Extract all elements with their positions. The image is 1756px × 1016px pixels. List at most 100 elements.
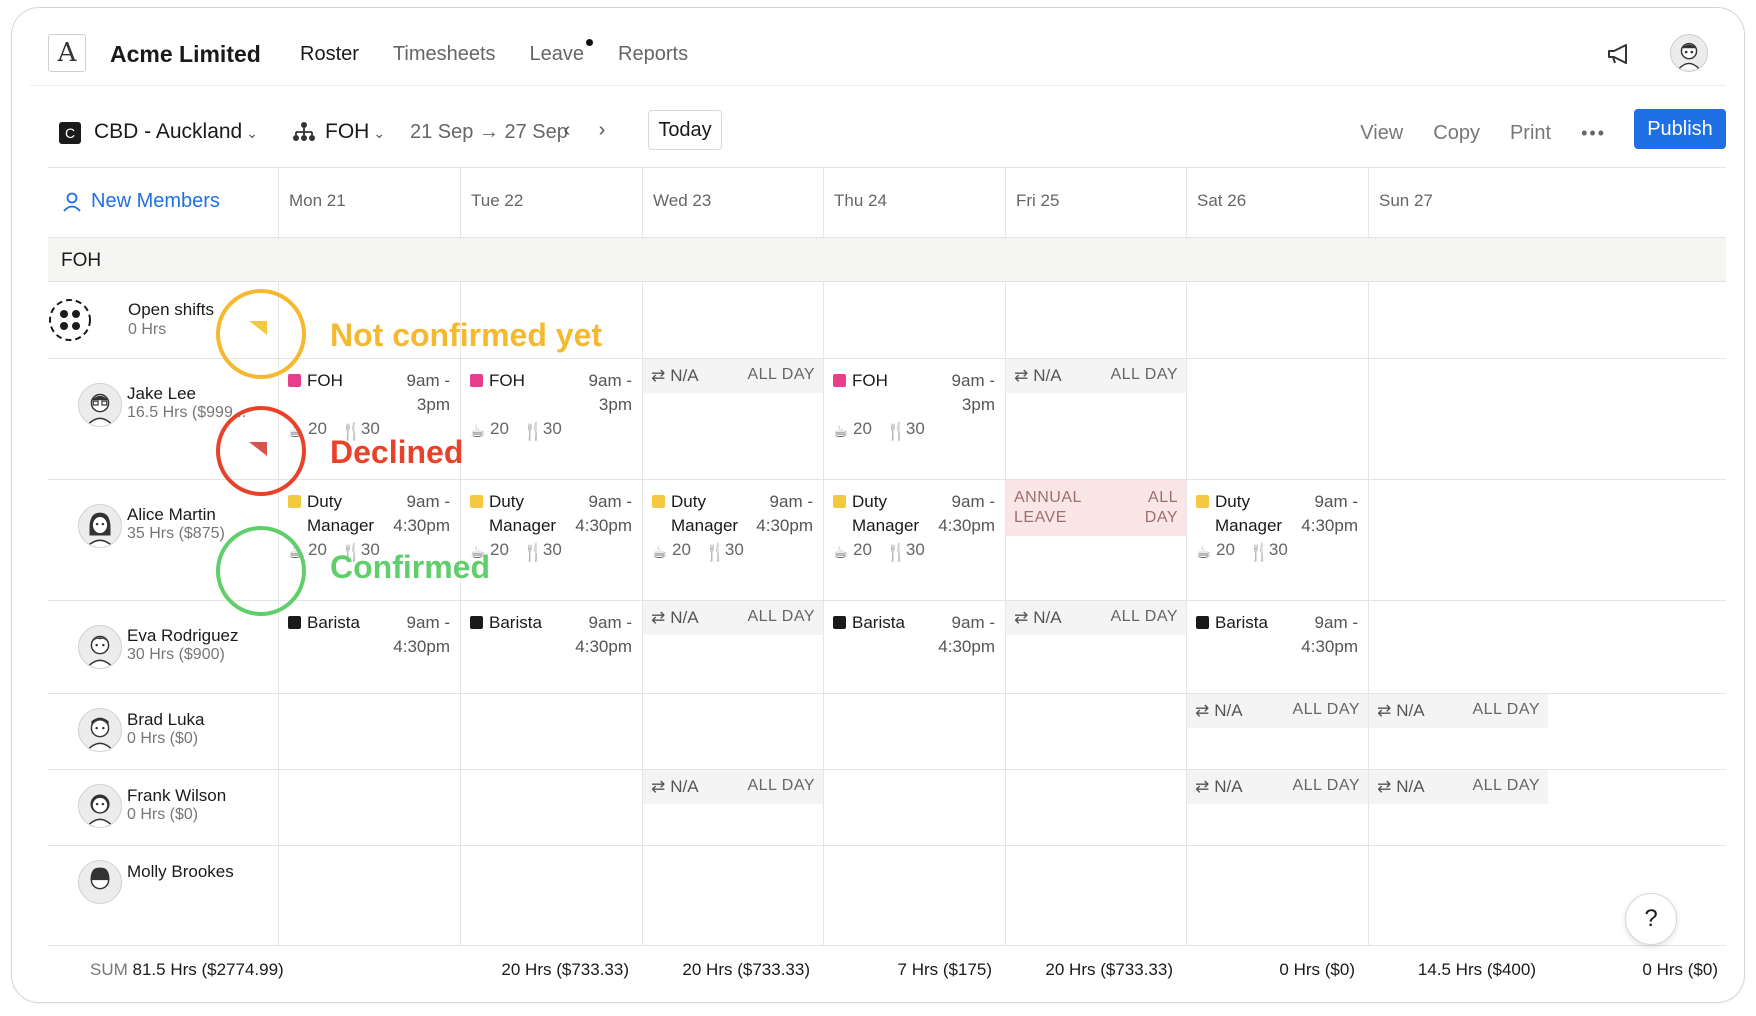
summary-row: SUM 81.5 Hrs ($2774.99) 20 Hrs ($733.33)… — [48, 945, 1726, 1002]
leave-type: ANNUAL LEAVE — [1014, 488, 1082, 528]
group-label: FOH — [61, 250, 102, 271]
shift-role-line: Duty — [852, 492, 887, 511]
today-button[interactable]: Today — [648, 110, 722, 150]
shift-breaks: ☕ 20 🍴 30 — [652, 540, 744, 562]
day-header: Tue 22 — [471, 191, 524, 210]
day-header: Sat 26 — [1197, 191, 1247, 210]
new-members-label: New Members — [91, 190, 220, 212]
break-minutes: 20 — [853, 540, 872, 559]
alice-martin-avatar — [78, 504, 122, 548]
print-button[interactable]: Print — [1510, 122, 1551, 145]
meal-icon: 🍴 — [522, 422, 545, 441]
company-name[interactable]: Acme Limited — [110, 41, 261, 68]
coffee-icon: ☕ — [652, 543, 668, 562]
meal-minutes: 30 — [905, 540, 925, 559]
brad-luka-avatar — [78, 708, 122, 752]
person-name[interactable]: Eva Rodriguez — [127, 626, 239, 646]
unavailable-block[interactable]: ⇄ N/A ALL DAY — [1006, 601, 1186, 635]
na-text: N/A — [670, 777, 699, 796]
date-range[interactable]: 21 Sep → 27 Sep — [410, 121, 568, 144]
coffee-icon: ☕ — [1196, 543, 1212, 562]
shift-card[interactable]: Duty Manager 9am -4:30pm ☕ 20 🍴 30 — [1187, 480, 1368, 600]
unavailable-label: ⇄ N/A — [651, 608, 699, 628]
location-select[interactable]: CBD - Auckland ⌄ — [94, 120, 258, 144]
unavailable-block[interactable]: ⇄ N/A ALL DAY — [1369, 770, 1548, 804]
team-select[interactable]: FOH ⌄ — [325, 120, 385, 144]
employee-row: Frank Wilson 0 Hrs ($0) ⇄ N/A ALL DAY ⇄ N/… — [48, 770, 1726, 846]
shift-start: 9am - — [951, 613, 995, 632]
help-button[interactable]: ? — [1625, 893, 1677, 945]
day-sum: 14.5 Hrs ($400) — [1417, 960, 1536, 979]
repeat-icon: ⇄ — [1195, 777, 1210, 796]
unavailable-label: ⇄ N/A — [1195, 701, 1243, 721]
unavailable-block[interactable]: ⇄ N/A ALL DAY — [643, 601, 823, 635]
view-button[interactable]: View — [1360, 122, 1403, 145]
shift-end: 4:30pm — [756, 516, 813, 535]
role-color-swatch — [288, 374, 301, 387]
person-name[interactable]: Molly Brookes — [127, 862, 234, 882]
shift-time: 9am - 3pm — [952, 369, 995, 417]
repeat-icon: ⇄ — [1195, 701, 1210, 720]
shift-breaks: ☕ 20 🍴 30 — [470, 419, 562, 441]
user-avatar[interactable] — [1670, 34, 1708, 72]
all-day-label: ALL DAY — [1292, 701, 1360, 718]
megaphone-icon[interactable] — [1606, 43, 1632, 65]
leave-line: DAY — [1144, 509, 1178, 526]
prev-week-button[interactable]: ‹ — [556, 119, 578, 142]
nav-reports[interactable]: Reports — [618, 43, 688, 66]
shift-card[interactable]: FOH 9am - 3pm ☕ 20 🍴 30 — [461, 359, 642, 479]
more-options-icon[interactable]: ••• — [1581, 123, 1606, 144]
repeat-icon: ⇄ — [1377, 701, 1392, 720]
person-name[interactable]: Jake Lee — [127, 384, 196, 404]
shift-time: 9am - 4:30pm — [1301, 490, 1358, 538]
unavailable-block[interactable]: ⇄ N/A ALL DAY — [1187, 694, 1368, 728]
copy-button[interactable]: Copy — [1433, 122, 1480, 145]
shift-end: 3pm — [598, 395, 632, 414]
new-members-button[interactable]: New Members — [63, 190, 220, 213]
person-hours: 0 Hrs ($0) — [127, 730, 199, 747]
nav-timesheets[interactable]: Timesheets — [393, 43, 496, 66]
person-name[interactable]: Alice Martin — [127, 505, 216, 525]
meal-icon: 🍴 — [704, 543, 727, 562]
repeat-icon: ⇄ — [1014, 366, 1029, 385]
nav-leave[interactable]: Leave — [530, 39, 593, 66]
shift-card[interactable]: FOH 9am - 3pm ☕ 20 🍴 30 — [824, 359, 1005, 479]
meal-minutes: 30 — [1268, 540, 1288, 559]
coffee-icon: ☕ — [470, 422, 486, 441]
unavailable-block[interactable]: ⇄ N/A ALL DAY — [1369, 694, 1548, 728]
unavailable-block[interactable]: ⇄ N/A ALL DAY — [643, 770, 823, 804]
repeat-icon: ⇄ — [651, 366, 666, 385]
declined-annotation: Declined — [330, 434, 464, 470]
publish-button[interactable]: Publish — [1634, 109, 1726, 149]
shift-start: 9am - — [951, 492, 995, 511]
shift-card[interactable]: Duty Manager 9am -4:30pm ☕ 20 🍴 30 — [824, 480, 1005, 600]
shift-role: FOH — [489, 371, 525, 390]
shift-start: 9am - — [588, 492, 632, 511]
all-day-label: ALL DAY — [747, 777, 815, 794]
shift-start: 9am - — [1314, 492, 1358, 511]
next-week-button[interactable]: › — [591, 119, 613, 142]
shift-end: 4:30pm — [393, 637, 450, 656]
unavailable-block[interactable]: ⇄ N/A ALL DAY — [1006, 359, 1186, 393]
shift-end: 4:30pm — [1301, 516, 1358, 535]
molly-brookes-avatar — [78, 860, 122, 904]
leave-line: ALL — [1148, 489, 1178, 506]
shift-start: 9am - — [588, 371, 632, 390]
shift-card[interactable]: Duty Manager 9am -4:30pm ☕ 20 🍴 30 — [643, 480, 823, 600]
all-day-label: ALL DAY — [747, 366, 815, 383]
shift-end: 3pm — [416, 395, 450, 414]
unavailable-block[interactable]: ⇄ N/A ALL DAY — [1187, 770, 1368, 804]
chevron-down-icon: ⌄ — [373, 125, 386, 141]
shift-time: 9am - 4:30pm — [575, 611, 632, 659]
person-name[interactable]: Frank Wilson — [127, 786, 226, 806]
nav-roster[interactable]: Roster — [300, 43, 359, 66]
shift-role: FOH — [852, 371, 888, 390]
person-name[interactable]: Brad Luka — [127, 710, 205, 730]
shift-role: Duty Manager — [307, 490, 407, 538]
unavailable-block[interactable]: ⇄ N/A ALL DAY — [643, 359, 823, 393]
shift-breaks: ☕ 20 🍴 30 — [1196, 540, 1288, 562]
shift-start: 9am - — [406, 613, 450, 632]
top-nav: A Acme Limited Roster Timesheets Leave R… — [30, 8, 1726, 86]
company-logo[interactable]: A — [48, 34, 86, 72]
annual-leave-block[interactable]: ANNUAL LEAVE ALL DAY — [1006, 480, 1186, 536]
